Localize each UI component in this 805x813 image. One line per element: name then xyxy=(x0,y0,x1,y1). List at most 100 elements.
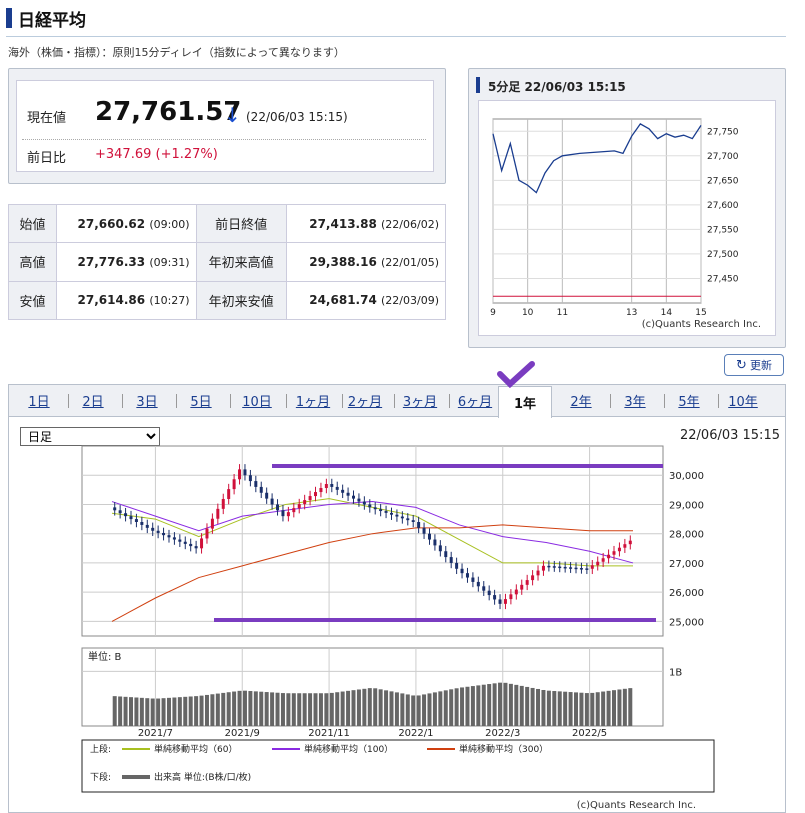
prev-close-label: 前日終値 xyxy=(195,203,287,244)
volume-bar xyxy=(313,693,318,726)
volume-bar xyxy=(514,684,519,726)
change-label: 前日比 xyxy=(27,151,67,166)
x-tick: 2022/1 xyxy=(398,728,433,739)
ytd-low-label: 年初来安値 xyxy=(195,280,287,321)
volume-bar xyxy=(226,692,231,726)
intraday-plot-area xyxy=(492,118,702,304)
candle-body xyxy=(118,510,122,514)
tab-0[interactable]: 1日 xyxy=(14,391,64,410)
volume-bar xyxy=(242,690,247,726)
volume-bar xyxy=(622,688,627,726)
prev-close-value: 27,413.88 (22/06/02) xyxy=(285,203,447,244)
candle-body xyxy=(465,573,469,578)
volume-bar xyxy=(297,693,302,726)
tab-8[interactable]: 6ヶ月 xyxy=(450,391,500,410)
volume-y-tick: 1B xyxy=(669,667,682,678)
volume-bar xyxy=(172,697,177,726)
volume-bar xyxy=(432,692,437,726)
candle-body xyxy=(308,496,312,501)
title-mark xyxy=(6,8,12,28)
volume-bar xyxy=(346,690,351,726)
candle-body xyxy=(395,514,399,517)
tab-7[interactable]: 3ヶ月 xyxy=(395,391,445,410)
tab-3[interactable]: 5日 xyxy=(176,391,226,410)
candle-body xyxy=(205,528,209,539)
intraday-x-tick: 13 xyxy=(626,308,637,318)
volume-bar xyxy=(215,693,220,726)
candle-body xyxy=(596,561,600,566)
candle-body xyxy=(183,541,187,544)
price-y-tick: 30,000 xyxy=(669,471,704,482)
volume-bar xyxy=(340,691,345,726)
volume-bar xyxy=(210,694,215,726)
candle-body xyxy=(232,479,236,490)
volume-bar xyxy=(367,688,372,726)
volume-bar xyxy=(161,698,166,726)
tab-2[interactable]: 3日 xyxy=(122,391,172,410)
candle-body xyxy=(238,469,242,480)
tab-10[interactable]: 2年 xyxy=(556,391,606,410)
legend-item: 単純移動平均（100） xyxy=(304,743,393,755)
candle-body xyxy=(134,519,138,522)
volume-bar xyxy=(253,691,258,726)
candle-body xyxy=(438,545,442,552)
candle-body xyxy=(482,586,486,591)
candle-body xyxy=(449,557,453,563)
volume-bar xyxy=(503,682,508,726)
price-value: 27,761.57 xyxy=(95,97,242,127)
volume-bar xyxy=(199,695,204,726)
open-label: 始値 xyxy=(8,203,57,244)
tab-5[interactable]: 1ヶ月 xyxy=(288,391,338,410)
tab-1[interactable]: 2日 xyxy=(68,391,118,410)
tab-4[interactable]: 10日 xyxy=(232,391,282,410)
intraday-y-tick: 27,450 xyxy=(707,274,739,284)
tab-6[interactable]: 2ヶ月 xyxy=(340,391,390,410)
candle-body xyxy=(113,507,117,511)
check-mark-icon xyxy=(497,361,535,389)
intraday-x-tick: 15 xyxy=(695,308,706,318)
ytd-low-value: 24,681.74 (22/03/09) xyxy=(285,280,447,321)
intraday-title-mark xyxy=(476,77,480,93)
candle-body xyxy=(265,492,269,499)
volume-bar xyxy=(470,686,475,726)
candle-body xyxy=(509,594,513,600)
volume-bar xyxy=(541,689,546,726)
candle-body xyxy=(297,504,301,509)
volume-bar xyxy=(536,688,541,726)
volume-bar xyxy=(188,696,193,726)
volume-bar xyxy=(617,689,622,726)
down-arrow-icon: ↓ xyxy=(224,103,241,127)
tab-13[interactable]: 10年 xyxy=(718,391,768,410)
volume-bar xyxy=(183,696,188,726)
candle-body xyxy=(574,567,578,570)
volume-bar xyxy=(427,693,432,726)
volume-bar xyxy=(275,692,280,726)
intraday-chart: 9 10 11 13 14 15 27,750 27,700 27,650 27,600 27,55… xyxy=(478,100,776,336)
quote-divider xyxy=(22,139,426,140)
volume-bar xyxy=(519,685,524,726)
legend-lower-label: 下段: xyxy=(90,771,111,783)
intraday-credit: (c)Quants Research Inc. xyxy=(642,319,761,330)
legend-item: 単純移動平均（300） xyxy=(459,743,548,755)
candle-body xyxy=(552,566,556,568)
tab-12[interactable]: 5年 xyxy=(664,391,714,410)
candle-body xyxy=(145,524,149,528)
volume-bar xyxy=(232,691,237,726)
volume-bar xyxy=(405,694,410,726)
volume-bar xyxy=(411,695,416,726)
tab-1y[interactable]: 1年 xyxy=(498,386,552,418)
tab-11[interactable]: 3年 xyxy=(610,391,660,410)
volume-bar xyxy=(351,690,356,726)
refresh-button[interactable]: ↻ 更新 xyxy=(724,354,784,376)
candle-body xyxy=(319,488,323,493)
candle-body xyxy=(389,512,393,515)
price-y-tick: 26,000 xyxy=(669,588,704,599)
candle-body xyxy=(617,547,621,552)
volume-bar xyxy=(606,690,611,726)
low-value: 27,614.86 (10:27) xyxy=(56,280,197,321)
intraday-y-tick: 27,600 xyxy=(707,201,739,211)
candle-body xyxy=(210,518,214,529)
candle-body xyxy=(536,570,540,576)
candle-body xyxy=(433,539,437,546)
candle-body xyxy=(189,543,193,547)
